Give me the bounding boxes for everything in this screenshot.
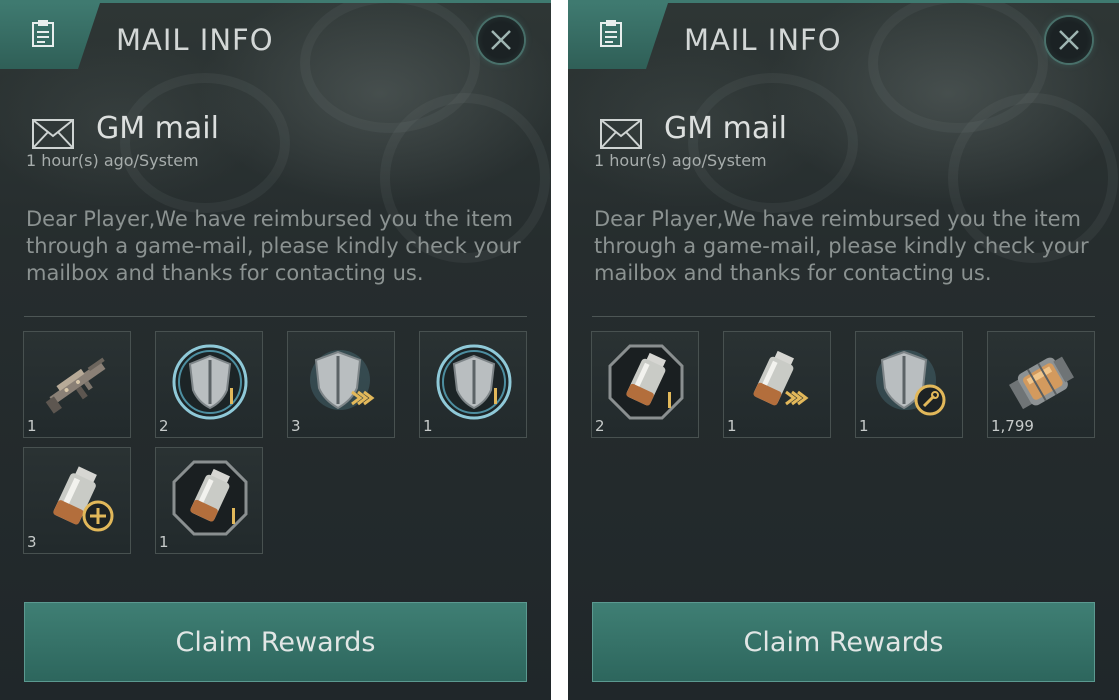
header-tab (568, 3, 668, 69)
item-quantity: 2 (159, 417, 169, 435)
mail-meta: 1 hour(s) ago/System (26, 151, 199, 170)
reward-item-slot[interactable]: 1,799 (987, 331, 1095, 438)
item-quantity: 3 (27, 533, 37, 551)
item-quantity: 2 (595, 417, 605, 435)
item-quantity: 1 (423, 417, 433, 435)
battery-octagon-icon (608, 344, 684, 420)
header-title: MAIL INFO (116, 23, 274, 57)
mail-body: Dear Player,We have reimbursed you the i… (26, 207, 521, 285)
shield-circle-icon (172, 344, 248, 420)
reward-item-slot[interactable]: 2 (155, 331, 263, 438)
shield-upgrade-icon (310, 350, 375, 410)
item-quantity: 1 (859, 417, 869, 435)
reward-item-slot[interactable]: 3 (287, 331, 395, 438)
envelope-icon (600, 119, 642, 149)
clipboard-icon (32, 20, 54, 47)
reward-item-slot[interactable]: 3 (23, 447, 131, 554)
battery-upgrade-icon (753, 350, 809, 406)
header-tab (0, 3, 100, 69)
panel-header: MAIL INFO (0, 3, 551, 71)
mail-info-panel-right: MAIL INFO GM mail 1 hour(s) ago/System D… (568, 0, 1119, 700)
shield-circle-icon (436, 344, 512, 420)
mail-title: GM mail (664, 111, 787, 146)
close-icon (1059, 30, 1079, 50)
item-quantity: 1,799 (991, 417, 1034, 435)
envelope-icon (32, 119, 74, 149)
mail-body: Dear Player,We have reimbursed you the i… (594, 207, 1089, 285)
rifle-icon (45, 357, 106, 414)
claim-rewards-button[interactable]: Claim Rewards (24, 602, 527, 682)
battery-plus-icon (53, 466, 114, 532)
reward-item-slot[interactable]: 1 (419, 331, 527, 438)
header-title: MAIL INFO (684, 23, 842, 57)
divider (592, 316, 1095, 317)
panel-header: MAIL INFO (568, 3, 1119, 71)
close-button[interactable] (1046, 17, 1092, 63)
divider (24, 316, 527, 317)
close-icon (491, 30, 511, 50)
item-quantity: 1 (27, 417, 37, 435)
item-quantity: 3 (291, 417, 301, 435)
item-quantity: 1 (727, 417, 737, 435)
mail-title: GM mail (96, 111, 219, 146)
mail-info-panel-left: MAIL INFO GM mail 1 hour(s) ago/System D… (0, 0, 551, 700)
reward-item-slot[interactable]: 1 (155, 447, 263, 554)
reward-item-slot[interactable]: 2 (591, 331, 699, 438)
reward-item-slot[interactable]: 1 (723, 331, 831, 438)
reward-item-slot[interactable]: 1 (855, 331, 963, 438)
mail-meta: 1 hour(s) ago/System (594, 151, 767, 170)
clipboard-icon (600, 20, 622, 47)
reward-item-slot[interactable]: 1 (23, 331, 131, 438)
item-quantity: 1 (159, 533, 169, 551)
close-button[interactable] (478, 17, 524, 63)
claim-rewards-button[interactable]: Claim Rewards (592, 602, 1095, 682)
energy-canister-icon (1009, 356, 1074, 410)
shield-wrench-icon (876, 350, 946, 416)
battery-octagon-icon (172, 460, 248, 536)
